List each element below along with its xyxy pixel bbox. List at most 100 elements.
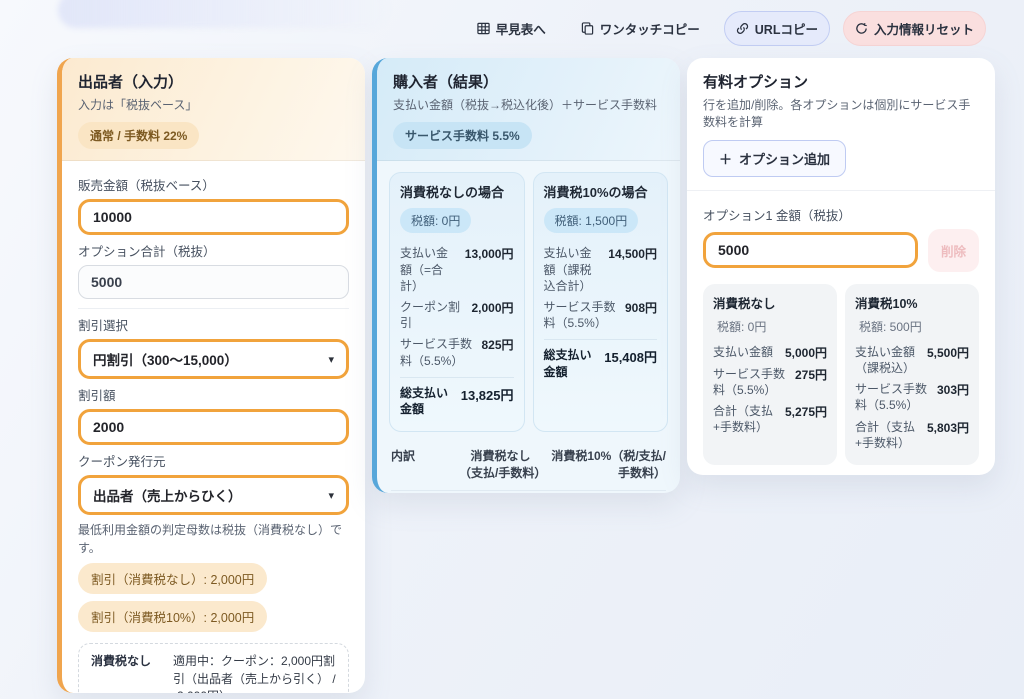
result-row-label: サービス手数料（5.5%） bbox=[544, 299, 619, 331]
option-row: 支払い金額（課税込） 5,500円 bbox=[855, 344, 969, 376]
option-total-row: 合計（支払+手数料） 5,803円 bbox=[855, 419, 969, 451]
result-row-value: 13,000円 bbox=[465, 245, 514, 262]
breakdown-header-row: 内訳 消費税なし（支払/手数料） 消費税10%（税/支払/手数料） bbox=[391, 440, 666, 490]
delete-option-button: 削除 bbox=[928, 229, 979, 272]
result-total-label: 総支払い金額 bbox=[544, 347, 599, 379]
buyer-panel-subtitle: 支払い金額（税抜→税込化後）＋サービス手数料 bbox=[393, 97, 664, 114]
table-icon bbox=[477, 22, 490, 35]
paid-options-panel: 有料オプション 行を追加/削除。各オプションは個別にサービス手数料を計算 ＋ オ… bbox=[687, 58, 995, 475]
seller-divider bbox=[78, 308, 349, 309]
calculator-columns: 出品者（入力） 入力は「税抜ベース」 通常 / 手数料 22% 販売金額（税抜ベ… bbox=[57, 58, 995, 693]
coupon-issuer-select[interactable]: 出品者（売上からひく） ▾ bbox=[78, 475, 349, 515]
discount-amount-input[interactable] bbox=[78, 409, 349, 445]
option1-amount-label: オプション1 金額（税抜） bbox=[703, 205, 979, 224]
option-row: サービス手数料（5.5%） 303円 bbox=[855, 381, 969, 413]
option-card-tax10: 消費税10% 税額: 500円 支払い金額（課税込） 5,500円 サービス手数… bbox=[845, 284, 979, 465]
coupon-issuer-label: クーポン発行元 bbox=[78, 451, 349, 470]
option-row-value: 5,000円 bbox=[785, 344, 827, 361]
result-total-value: 13,825円 bbox=[461, 385, 514, 404]
result-row-label: サービス手数料（5.5%） bbox=[400, 336, 475, 368]
chevron-down-icon: ▾ bbox=[328, 353, 334, 366]
options-total-input bbox=[78, 265, 349, 299]
option-total-row: 合計（支払+手数料） 5,275円 bbox=[713, 403, 827, 435]
sale-amount-label: 販売金額（税抜ベース） bbox=[78, 175, 349, 194]
table-row: サービス本体 10,000円 / 550円 1,000円 / 11,000円 /… bbox=[391, 490, 666, 493]
add-option-button[interactable]: ＋ オプション追加 bbox=[703, 140, 846, 177]
result-row-value: 825円 bbox=[481, 336, 513, 353]
reset-icon bbox=[855, 22, 868, 35]
seller-panel: 出品者（入力） 入力は「税抜ベース」 通常 / 手数料 22% 販売金額（税抜ベ… bbox=[57, 58, 365, 693]
option-row-label: 支払い金額（課税込） bbox=[855, 344, 921, 376]
discount-amount-label: 割引額 bbox=[78, 385, 349, 404]
tax-amount-badge: 税額: 1,500円 bbox=[544, 208, 639, 233]
option-card-no-tax: 消費税なし 税額: 0円 支払い金額 5,000円 サービス手数料（5.5%） … bbox=[703, 284, 837, 465]
seller-panel-subtitle: 入力は「税抜ベース」 bbox=[78, 97, 349, 114]
option-card-title: 消費税なし bbox=[713, 293, 827, 312]
option1-amount-input[interactable] bbox=[703, 232, 918, 268]
option1-row: 削除 bbox=[703, 229, 979, 272]
result-card-title: 消費税なしの場合 bbox=[400, 182, 514, 201]
one-touch-copy-button[interactable]: ワンタッチコピー bbox=[570, 12, 711, 45]
result-row: サービス手数料（5.5%） 825円 bbox=[400, 336, 514, 368]
result-row: 支払い金額（課税込合計） 14,500円 bbox=[544, 245, 658, 294]
one-touch-copy-label: ワンタッチコピー bbox=[600, 19, 700, 38]
breakdown-header: 内訳 bbox=[391, 448, 451, 465]
option-row-value: 275円 bbox=[795, 366, 827, 383]
result-card-tax10: 消費税10%の場合 税額: 1,500円 支払い金額（課税込合計） 14,500… bbox=[533, 172, 669, 432]
result-row: サービス手数料（5.5%） 908円 bbox=[544, 299, 658, 331]
seller-panel-header: 出品者（入力） 入力は「税抜ベース」 通常 / 手数料 22% bbox=[62, 58, 365, 161]
result-card-no-tax: 消費税なしの場合 税額: 0円 支払い金額（=合計） 13,000円 クーポン割… bbox=[389, 172, 525, 432]
discount-select-label: 割引選択 bbox=[78, 315, 349, 334]
option-total-label: 合計（支払+手数料） bbox=[713, 403, 779, 435]
options-panel-title: 有料オプション bbox=[703, 71, 979, 92]
sale-amount-input[interactable] bbox=[78, 199, 349, 235]
result-total-row: 総支払い金額 13,825円 bbox=[400, 377, 514, 417]
discount-select[interactable]: 円割引（300〜15,000） ▾ bbox=[78, 339, 349, 379]
fee-mode-badge: 通常 / 手数料 22% bbox=[78, 122, 199, 149]
option-card-title: 消費税10% bbox=[855, 293, 969, 312]
discount-badge-no-tax: 割引（消費税なし）: 2,000円 bbox=[78, 563, 267, 594]
result-row: 支払い金額（=合計） 13,000円 bbox=[400, 245, 514, 294]
option-row-label: サービス手数料（5.5%） bbox=[713, 366, 789, 398]
option-total-value: 5,803円 bbox=[927, 419, 969, 436]
result-row-label: 支払い金額（課税込合計） bbox=[544, 245, 603, 294]
discount-select-value: 円割引（300〜15,000） bbox=[93, 349, 238, 369]
options-panel-body: オプション1 金額（税抜） 削除 消費税なし 税額: 0円 支払い金額 5,00… bbox=[687, 191, 995, 475]
toolbar: 早見表へ ワンタッチコピー URLコピー 入力情報リセット bbox=[466, 11, 986, 46]
copy-icon bbox=[581, 22, 594, 35]
reset-button[interactable]: 入力情報リセット bbox=[843, 11, 986, 46]
chevron-down-icon: ▾ bbox=[328, 489, 334, 502]
result-total-value: 15,408円 bbox=[604, 347, 657, 366]
coupon-issuer-value: 出品者（売上からひく） bbox=[93, 485, 242, 505]
options-total-label: オプション合計（税抜） bbox=[78, 241, 349, 260]
option-row-value: 303円 bbox=[937, 381, 969, 398]
options-panel-subtitle: 行を追加/削除。各オプションは個別にサービス手数料を計算 bbox=[703, 97, 979, 132]
option-row: サービス手数料（5.5%） 275円 bbox=[713, 366, 827, 398]
option-result-cards: 消費税なし 税額: 0円 支払い金額 5,000円 サービス手数料（5.5%） … bbox=[703, 284, 979, 465]
result-row-label: クーポン割引 bbox=[400, 299, 465, 331]
buyer-panel-header: 購入者（結果） 支払い金額（税抜→税込化後）＋サービス手数料 サービス手数料 5… bbox=[377, 58, 680, 161]
applied-row-no-tax: 消費税なし 適用中：クーポン：2,000円割引（出品者（売上から引く） / -2… bbox=[91, 645, 336, 693]
seller-panel-title: 出品者（入力） bbox=[78, 71, 349, 92]
option-total-label: 合計（支払+手数料） bbox=[855, 419, 921, 451]
option-row: 支払い金額 5,000円 bbox=[713, 344, 827, 361]
discount-badge-tax10: 割引（消費税10%）: 2,000円 bbox=[78, 601, 267, 632]
result-row-label: 支払い金額（=合計） bbox=[400, 245, 459, 294]
option-row-label: 支払い金額 bbox=[713, 344, 773, 360]
result-row-value: 2,000円 bbox=[471, 299, 513, 316]
options-panel-header: 有料オプション 行を追加/削除。各オプションは個別にサービス手数料を計算 ＋ オ… bbox=[687, 58, 995, 191]
link-icon bbox=[736, 22, 749, 35]
result-row-value: 14,500円 bbox=[608, 245, 657, 262]
buyer-panel: 購入者（結果） 支払い金額（税抜→税込化後）＋サービス手数料 サービス手数料 5… bbox=[372, 58, 680, 493]
breakdown-table: 内訳 消費税なし（支払/手数料） 消費税10%（税/支払/手数料） サービス本体… bbox=[391, 440, 666, 493]
buyer-panel-title: 購入者（結果） bbox=[393, 71, 664, 92]
applied-coupon-box: 消費税なし 適用中：クーポン：2,000円割引（出品者（売上から引く） / -2… bbox=[78, 643, 349, 693]
quick-table-button[interactable]: 早見表へ bbox=[466, 12, 557, 45]
breakdown-header: 消費税10%（税/支払/手数料） bbox=[550, 448, 666, 482]
option-row-label: サービス手数料（5.5%） bbox=[855, 381, 931, 413]
ghost-header bbox=[58, 0, 388, 28]
min-amount-note: 最低利用金額の判定母数は税抜（消費税なし）です。 bbox=[78, 521, 349, 557]
service-fee-badge: サービス手数料 5.5% bbox=[393, 122, 532, 149]
result-total-row: 総支払い金額 15,408円 bbox=[544, 339, 658, 379]
url-copy-button[interactable]: URLコピー bbox=[724, 11, 830, 46]
